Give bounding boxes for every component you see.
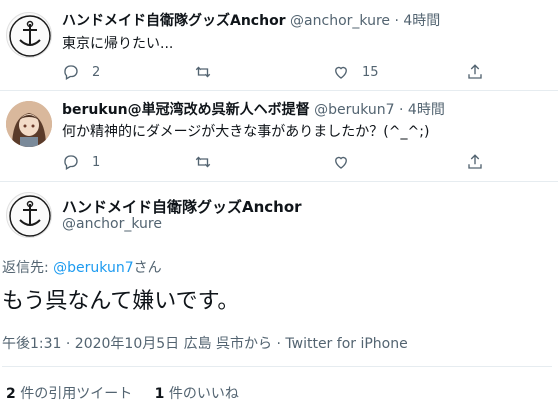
- reply-tweet-1[interactable]: ハンドメイド自衛隊グッズAnchor @anchor_kure · 4時間 東京…: [0, 0, 558, 90]
- share-button[interactable]: [466, 62, 484, 82]
- share-icon: [468, 64, 482, 79]
- anime-avatar-icon: [6, 101, 52, 147]
- like-button[interactable]: 15: [332, 62, 379, 82]
- tweet-time[interactable]: 4時間: [408, 102, 445, 118]
- divider: [0, 181, 558, 182]
- author-handle[interactable]: @berukun7: [314, 102, 394, 118]
- quote-label: 件の引用ツイート: [15, 386, 133, 402]
- reply-to-suffix: さん: [133, 260, 162, 276]
- retweet-button[interactable]: [194, 62, 212, 82]
- divider: [2, 366, 552, 367]
- retweet-icon: [195, 156, 211, 168]
- retweet-icon: [195, 66, 211, 78]
- focal-author-handle[interactable]: @anchor_kure: [62, 216, 162, 232]
- focal-tweet-text: もう呉なんて嫌いです。: [2, 289, 240, 314]
- like-label: 件のいいね: [164, 386, 239, 402]
- author-name[interactable]: ハンドメイド自衛隊グッズAnchor: [62, 13, 286, 29]
- quote-count: 2: [6, 386, 16, 402]
- author-handle[interactable]: @anchor_kure: [290, 13, 390, 29]
- retweet-button[interactable]: [194, 152, 212, 172]
- avatar[interactable]: [6, 101, 52, 147]
- share-icon: [468, 154, 482, 169]
- reply-button[interactable]: 2: [62, 62, 100, 82]
- avatar[interactable]: [6, 192, 52, 238]
- like-button[interactable]: [332, 152, 350, 172]
- focal-author-name[interactable]: ハンドメイド自衛隊グッズAnchor: [62, 196, 302, 217]
- heart-icon: [335, 156, 347, 169]
- reply-to-line: 返信先: @berukun7さん: [2, 257, 162, 277]
- share-button[interactable]: [466, 152, 484, 172]
- reply-icon: [64, 65, 78, 80]
- quote-tweets-link[interactable]: 2 件の引用ツイート: [6, 386, 132, 402]
- anchor-logo-icon: [9, 15, 51, 57]
- separator-dot: ·: [399, 102, 404, 118]
- tweet-text: 東京に帰りたい...: [62, 36, 174, 52]
- tweet-actions: 1: [62, 152, 492, 172]
- separator-dot: ·: [394, 13, 399, 29]
- heart-icon: [335, 66, 347, 79]
- reply-count: 1: [92, 154, 101, 170]
- tweet-stats: 2 件の引用ツイート 1 件のいいね: [6, 383, 257, 403]
- tweet-text: 何か精神的にダメージが大きな事がありましたか？(^_^;): [62, 124, 430, 140]
- tweet-actions: 2 15: [62, 62, 492, 82]
- likes-link[interactable]: 1 件のいいね: [155, 386, 239, 402]
- reply-count: 2: [92, 64, 101, 80]
- avatar[interactable]: [6, 12, 52, 58]
- anchor-logo-icon: [9, 195, 51, 237]
- like-count: 1: [154, 386, 165, 402]
- reply-icon: [64, 155, 78, 170]
- tweet-metadata[interactable]: 午後1:31 · 2020年10月5日 広島 呉市から · Twitter fo…: [2, 333, 408, 353]
- reply-tweet-2[interactable]: berukun@単冠湾改め呉新人ヘボ提督 @berukun7 · 4時間 何か精…: [0, 91, 558, 181]
- reply-to-prefix: 返信先:: [2, 260, 54, 276]
- author-name[interactable]: berukun@単冠湾改め呉新人ヘボ提督: [62, 102, 310, 118]
- tweet-time[interactable]: 4時間: [403, 13, 440, 29]
- reply-button[interactable]: 1: [62, 152, 100, 172]
- reply-to-link[interactable]: @berukun7: [53, 260, 133, 276]
- like-count: 15: [362, 64, 379, 80]
